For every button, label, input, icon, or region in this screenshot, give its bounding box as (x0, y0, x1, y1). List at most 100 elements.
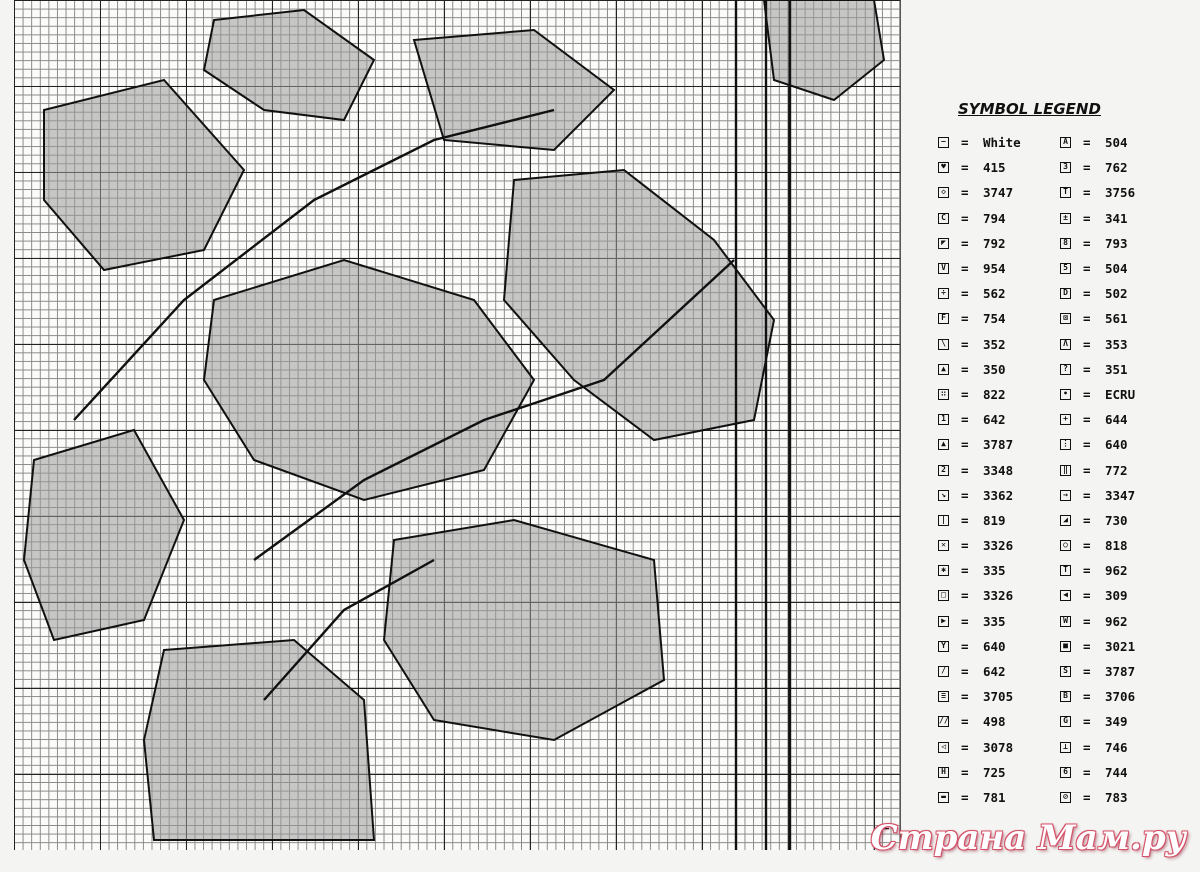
legend-row: ◁ = 3078 (928, 735, 1036, 760)
legend-row: // = 498 (928, 709, 1036, 734)
legend-row: • = ECRU (1050, 382, 1158, 407)
legend-row: Y = 640 (928, 634, 1036, 659)
letter-y-symbol-icon: Y (938, 640, 949, 652)
legend-row: C = 794 (928, 206, 1036, 231)
legend-row: ♥ = 415 (928, 155, 1036, 180)
legend-equals: = (961, 664, 969, 680)
heart-symbol-icon: ♥ (938, 162, 949, 174)
legend-equals: = (961, 160, 969, 176)
legend-row: F = 754 (928, 306, 1036, 331)
legend-equals: = (961, 512, 969, 528)
motif-top-leaf (202, 8, 376, 122)
legend-floss-code: 3347 (1105, 487, 1136, 503)
inverted-t-symbol-icon: ⊥ (1060, 741, 1071, 753)
split-symbol-icon: ⋮ (1060, 439, 1071, 451)
number-2-symbol-icon: 2 (938, 464, 949, 476)
legend-equals: = (1083, 311, 1091, 327)
cross-symbol-icon: + (1060, 414, 1071, 426)
legend-row: 6 = 744 (1050, 760, 1158, 785)
legend-equals: = (961, 412, 969, 428)
legend-row: ± = 341 (1050, 206, 1158, 231)
legend-row: 3 = 762 (1050, 155, 1158, 180)
legend-floss-code: 3747 (983, 185, 1014, 201)
legend-row: ▶ = 335 (928, 609, 1036, 634)
legend-row: ▬ = 781 (928, 785, 1036, 810)
legend-row: ◀ = 309 (1050, 583, 1158, 608)
legend-column-right: A = 504 3 = 762 T = 3756 ± = 341 8 = 793 5 = 504 D = 502 ⊠ = 56… (1050, 130, 1158, 810)
legend-row: / = 642 (928, 659, 1036, 684)
legend-equals: = (1083, 512, 1091, 528)
legend-floss-code: 3362 (983, 487, 1014, 503)
legend-row: D = 502 (1050, 281, 1158, 306)
legend-floss-code: 498 (983, 714, 1006, 730)
legend-floss-code: 642 (983, 412, 1006, 428)
legend-row: A = 504 (1050, 130, 1158, 155)
legend-row: T = 962 (1050, 558, 1158, 583)
legend-floss-code: 3326 (983, 538, 1014, 554)
legend-row: ⊥ = 746 (1050, 735, 1158, 760)
symbol-legend: SYMBOL LEGEND − = White ♥ = 415 ◇ = 3747 C = 794 ◤ = 7… (928, 100, 1158, 810)
letter-g-symbol-icon: G (1060, 716, 1071, 728)
motif-top-bud (412, 28, 616, 152)
legend-floss-code: 335 (983, 613, 1006, 629)
legend-row: W = 962 (1050, 609, 1158, 634)
legend-floss-code: 504 (1105, 135, 1128, 151)
cross-stitch-chart (14, 0, 901, 850)
number-8-symbol-icon: 8 (1060, 237, 1071, 249)
legend-row: ∷ = 822 (928, 382, 1036, 407)
letter-a-symbol-icon: A (1060, 137, 1071, 149)
legend-row: ◤ = 792 (928, 231, 1036, 256)
legend-row: H = 725 (928, 760, 1036, 785)
circled-slash-symbol-icon: ⊘ (1060, 791, 1071, 803)
legend-floss-code: 504 (1105, 261, 1128, 277)
legend-floss-code: 351 (1105, 361, 1128, 377)
legend-floss-code: 353 (1105, 336, 1128, 352)
legend-row: ■ = 3021 (1050, 634, 1158, 659)
legend-equals: = (961, 286, 969, 302)
diamond-symbol-icon: ◇ (938, 187, 949, 199)
legend-floss-code: 793 (1105, 235, 1128, 251)
legend-floss-code: 415 (983, 160, 1006, 176)
watermark-logo: Страна Мам.ру (870, 818, 1186, 858)
legend-floss-code: 3787 (983, 437, 1014, 453)
legend-title: SYMBOL LEGEND (958, 100, 1101, 118)
legend-equals: = (1083, 638, 1091, 654)
dot-symbol-icon: • (1060, 388, 1071, 400)
legend-row: ⊠ = 561 (1050, 306, 1158, 331)
legend-floss-code: 502 (1105, 286, 1128, 302)
legend-row: ✕ = 3326 (928, 533, 1036, 558)
legend-equals: = (1083, 361, 1091, 377)
legend-equals: = (1083, 764, 1091, 780)
letter-h-symbol-icon: H (938, 766, 949, 778)
double-bar-symbol-icon: ‖ (1060, 464, 1071, 476)
divide-symbol-icon: ÷ (938, 288, 949, 300)
legend-floss-code: 794 (983, 210, 1006, 226)
legend-floss-code: 644 (1105, 412, 1128, 428)
play-symbol-icon: ▶ (938, 615, 949, 627)
legend-row: ▲ = 3787 (928, 432, 1036, 457)
legend-row: 8 = 793 (1050, 231, 1158, 256)
arrow-diagonal-symbol-icon: ↘ (938, 489, 949, 501)
legend-equals: = (1083, 538, 1091, 554)
asterisk-symbol-icon: ✱ (938, 565, 949, 577)
legend-floss-code: 3706 (1105, 689, 1136, 705)
legend-floss-code: 818 (1105, 538, 1128, 554)
legend-floss-code: 783 (1105, 789, 1128, 805)
legend-floss-code: 3348 (983, 462, 1014, 478)
legend-floss-code: 819 (983, 512, 1006, 528)
legend-equals: = (1083, 437, 1091, 453)
legend-equals: = (1083, 135, 1091, 151)
plus-minus-symbol-icon: ± (1060, 212, 1071, 224)
legend-row: | = 819 (928, 508, 1036, 533)
legend-floss-code: 3705 (983, 689, 1014, 705)
legend-equals: = (961, 336, 969, 352)
legend-row: \ = 352 (928, 332, 1036, 357)
legend-row: Λ = 353 (1050, 332, 1158, 357)
legend-equals: = (1083, 261, 1091, 277)
legend-floss-code: 3078 (983, 739, 1014, 755)
legend-equals: = (961, 135, 969, 151)
motif-bottom-vase (142, 638, 376, 841)
half-fill-symbol-icon: ◤ (938, 237, 949, 249)
left-filled-triangle-symbol-icon: ◀ (1060, 590, 1071, 602)
legend-equals: = (961, 588, 969, 604)
